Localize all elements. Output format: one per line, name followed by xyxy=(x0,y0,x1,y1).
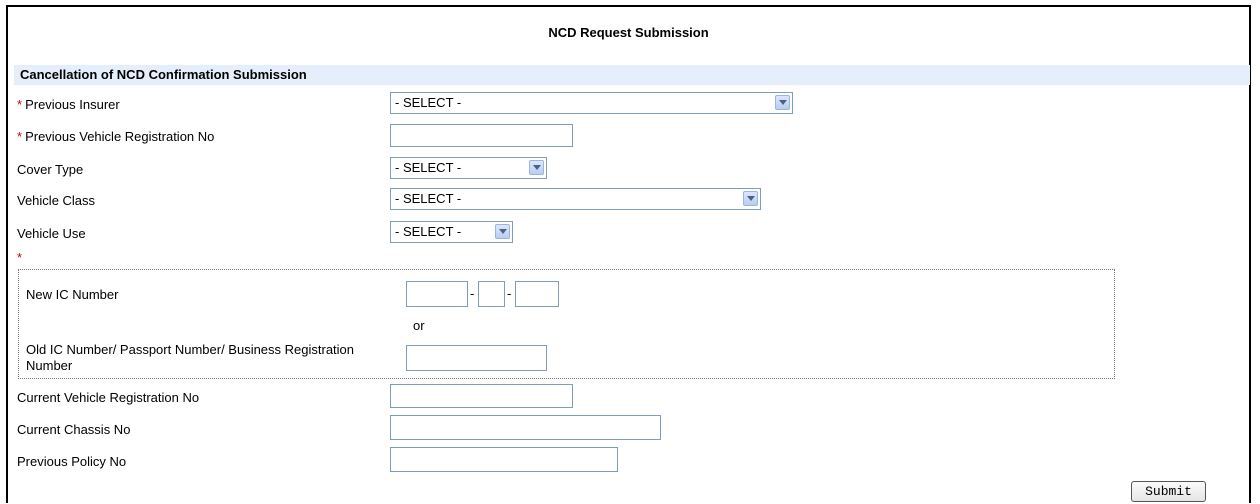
previous-policy-label: Previous Policy No xyxy=(17,454,127,469)
or-text: or xyxy=(413,318,425,333)
chevron-down-icon[interactable] xyxy=(775,95,790,110)
section-header: Cancellation of NCD Confirmation Submiss… xyxy=(14,65,1250,85)
submit-button[interactable]: Submit xyxy=(1131,481,1206,502)
required-marker: * xyxy=(17,129,23,144)
previous-policy-input[interactable] xyxy=(390,447,618,472)
current-vehicle-reg-label: Current Vehicle Registration No xyxy=(17,390,200,405)
current-chassis-label: Current Chassis No xyxy=(17,422,131,437)
chevron-down-icon[interactable] xyxy=(743,191,758,206)
required-marker: * xyxy=(17,97,23,112)
id-number-group: New IC Number - - or Old IC Number/ Pass… xyxy=(18,269,1115,379)
previous-insurer-label: * Previous Insurer xyxy=(17,97,120,112)
new-ic-label: New IC Number xyxy=(26,287,119,302)
page-title: NCD Request Submission xyxy=(548,25,709,40)
cover-type-select[interactable]: - SELECT - xyxy=(390,157,547,179)
vehicle-class-label: Vehicle Class xyxy=(17,193,96,208)
previous-vehicle-reg-input[interactable] xyxy=(390,124,573,147)
chevron-down-icon[interactable] xyxy=(495,224,510,239)
id-group-required-marker: * xyxy=(17,250,23,265)
ic-separator: - xyxy=(470,286,475,301)
old-ic-label: Old IC Number/ Passport Number/ Business… xyxy=(26,342,355,373)
ic-separator: - xyxy=(507,286,512,301)
current-vehicle-reg-input[interactable] xyxy=(390,384,573,408)
previous-vehicle-reg-label: * Previous Vehicle Registration No xyxy=(17,129,215,144)
cover-type-label: Cover Type xyxy=(17,162,84,177)
vehicle-class-select[interactable]: - SELECT - xyxy=(390,188,761,210)
previous-insurer-select[interactable]: - SELECT - xyxy=(390,92,793,114)
chevron-down-icon[interactable] xyxy=(529,160,544,175)
new-ic-part3-input[interactable] xyxy=(515,281,559,307)
new-ic-part2-input[interactable] xyxy=(478,281,505,307)
vehicle-use-select[interactable]: - SELECT - xyxy=(390,221,513,243)
new-ic-part1-input[interactable] xyxy=(406,281,468,307)
vehicle-use-label: Vehicle Use xyxy=(17,226,86,241)
current-chassis-input[interactable] xyxy=(390,415,661,440)
old-ic-input[interactable] xyxy=(406,345,547,371)
form-panel: NCD Request Submission Cancellation of N… xyxy=(6,5,1251,503)
